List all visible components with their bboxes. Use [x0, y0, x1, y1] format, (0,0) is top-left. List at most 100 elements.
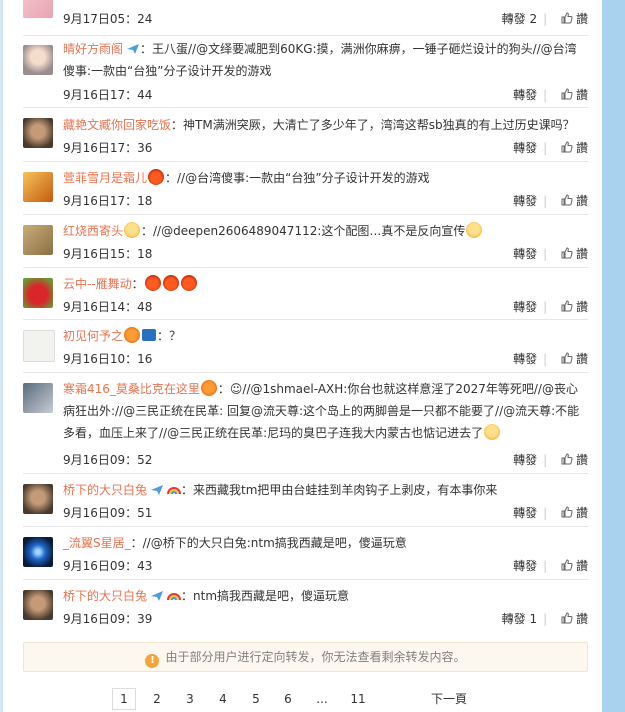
thumbs-up-icon: [561, 12, 573, 24]
page-6[interactable]: 6: [277, 688, 299, 710]
timestamp[interactable]: 9月16日09：52: [63, 451, 152, 468]
repost-button[interactable]: 轉發: [513, 139, 537, 156]
actions: 轉發 | 讚: [513, 245, 588, 262]
thumbs-up-icon: [561, 559, 573, 571]
avatar[interactable]: [23, 484, 53, 514]
comment-text: _流翼S星居_：//@桥下的大只白兔:ntm搞我西藏是吧，傻逼玩意: [63, 532, 588, 554]
repost-button[interactable]: 轉發: [513, 557, 537, 574]
repost-button[interactable]: 轉發: [513, 192, 537, 209]
actions: 轉發 | 讚: [513, 350, 588, 367]
actions: 轉發 | 讚: [513, 86, 588, 103]
angry-emoji-icon: [180, 275, 197, 291]
like-button[interactable]: 讚: [561, 139, 588, 156]
page-3[interactable]: 3: [179, 688, 201, 710]
repost-button[interactable]: 轉發: [513, 350, 537, 367]
avatar[interactable]: [23, 118, 53, 148]
verified-icon: [127, 44, 140, 54]
list-item: 晴好方雨阁 ：王八蛋//@文绎要减肥到60KG:摸，满洲你麻痹，一锤子砸烂设计的狗…: [3, 36, 602, 108]
angry-emoji-icon: [162, 275, 179, 291]
like-button[interactable]: 讚: [561, 245, 588, 262]
avatar[interactable]: [23, 0, 53, 18]
rainbow-badge-icon: [167, 593, 182, 601]
like-label: 讚: [575, 194, 588, 208]
page-11[interactable]: 11: [347, 688, 369, 710]
restricted-repost-notice: ! 由于部分用户进行定向转发，你无法查看剩余转发内容。: [23, 642, 588, 672]
repost-list-panel: 9月17日05：24 轉發 2 | 讚 晴好方雨阁 ：王八蛋//@文绎要减肥到60K…: [3, 0, 602, 712]
page-1[interactable]: 1: [112, 688, 136, 710]
avatar[interactable]: [23, 172, 53, 202]
timestamp[interactable]: 9月16日09：39: [63, 610, 152, 627]
thumbs-up-icon: [561, 352, 573, 364]
avatar[interactable]: [23, 537, 53, 567]
like-button[interactable]: 讚: [561, 192, 588, 209]
page-5[interactable]: 5: [245, 688, 267, 710]
username[interactable]: 初见何予之: [63, 329, 123, 343]
actions: 轉發 | 讚: [513, 298, 588, 315]
comment-text: 藏艳文臧你回家吃饭：神TM满洲突厥，大清亡了多少年了，湾湾这帮sb独真的有上过历…: [63, 114, 588, 136]
username[interactable]: 藏艳文臧你回家吃饭: [63, 118, 171, 132]
emoji-icon: [466, 222, 483, 238]
like-button[interactable]: 讚: [561, 86, 588, 103]
like-label: 讚: [575, 88, 588, 102]
username[interactable]: 桥下的大只白兔: [63, 483, 147, 497]
avatar[interactable]: [23, 330, 55, 362]
thumbs-up-icon: [561, 88, 573, 100]
comment-body: ：ntm搞我西藏是吧，傻逼玩意: [181, 589, 350, 603]
avatar[interactable]: [23, 590, 53, 620]
comment-text: 晴好方雨阁 ：王八蛋//@文绎要减肥到60KG:摸，满洲你麻痹，一锤子砸烂设计的狗…: [63, 38, 588, 82]
repost-button[interactable]: 轉發: [513, 86, 537, 103]
username[interactable]: 晴好方雨阁: [63, 42, 123, 56]
like-button[interactable]: 讚: [561, 298, 588, 315]
thumbs-up-icon: [561, 247, 573, 259]
comment-text: 桥下的大只白兔 ：ntm搞我西藏是吧，傻逼玩意: [63, 585, 588, 607]
timestamp[interactable]: 9月16日09：43: [63, 557, 152, 574]
like-button[interactable]: 讚: [561, 504, 588, 521]
avatar[interactable]: [23, 225, 53, 255]
username[interactable]: 云中--雁舞动: [63, 277, 132, 291]
like-button[interactable]: 讚: [561, 350, 588, 367]
actions: 轉發 2 | 讚: [501, 10, 588, 27]
repost-button[interactable]: 轉發: [513, 298, 537, 315]
actions: 轉發 | 讚: [513, 451, 588, 468]
avatar[interactable]: [23, 278, 53, 308]
right-sidebar-strip: [602, 0, 625, 712]
like-button[interactable]: 讚: [561, 10, 588, 27]
timestamp[interactable]: 9月16日17：44: [63, 86, 152, 103]
like-button[interactable]: 讚: [561, 451, 588, 468]
timestamp[interactable]: 9月17日05：24: [63, 10, 152, 27]
actions: 轉發 1 | 讚: [501, 610, 588, 627]
thumbs-up-icon: [561, 453, 573, 465]
timestamp[interactable]: 9月16日17：36: [63, 139, 152, 156]
repost-button[interactable]: 轉發: [513, 504, 537, 521]
timestamp[interactable]: 9月16日15：18: [63, 245, 152, 262]
username[interactable]: 桥下的大只白兔: [63, 589, 147, 603]
avatar[interactable]: [23, 383, 53, 413]
badge-icon: [124, 327, 141, 343]
timestamp[interactable]: 9月16日14：48: [63, 298, 152, 315]
timestamp[interactable]: 9月16日17：18: [63, 192, 152, 209]
repost-button[interactable]: 轉發 1: [502, 610, 537, 627]
badge-icon: [200, 380, 217, 396]
like-button[interactable]: 讚: [561, 610, 588, 627]
thumbs-up-icon: [561, 300, 573, 312]
emoji-icon: [124, 222, 141, 238]
username[interactable]: 寒霜416_莫桑比克在这里: [63, 382, 200, 396]
actions: 轉發 | 讚: [513, 192, 588, 209]
repost-button[interactable]: 轉發: [513, 245, 537, 262]
avatar[interactable]: [23, 45, 53, 75]
username[interactable]: 红烧西寄头: [63, 224, 123, 238]
next-page-link[interactable]: 下一頁: [427, 688, 471, 710]
page-2[interactable]: 2: [146, 688, 168, 710]
username[interactable]: 萱菲雪月是霜儿: [63, 171, 147, 185]
page-4[interactable]: 4: [212, 688, 234, 710]
like-button[interactable]: 讚: [561, 557, 588, 574]
username[interactable]: _流翼S星居_: [63, 536, 131, 550]
repost-button[interactable]: 轉發: [513, 451, 537, 468]
timestamp[interactable]: 9月16日09：51: [63, 504, 152, 521]
like-label: 讚: [575, 506, 588, 520]
timestamp[interactable]: 9月16日10：16: [63, 350, 152, 367]
repost-button[interactable]: 轉發 2: [502, 10, 537, 27]
comment-body: ：王八蛋//@文绎要减肥到60KG:摸，满洲你麻痹，一锤子砸烂设计的狗头//@台…: [63, 42, 577, 78]
warning-icon: !: [145, 654, 160, 668]
list-item: 初见何予之 ：？ 9月16日10：16 轉發 | 讚: [3, 320, 602, 373]
